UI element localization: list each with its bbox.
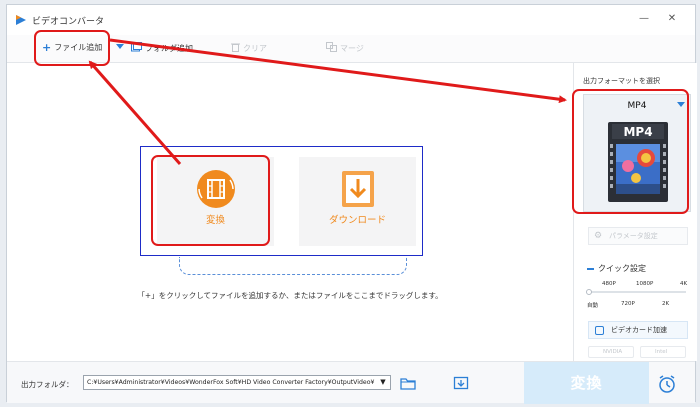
download-tile[interactable]: ダウンロード bbox=[299, 157, 416, 246]
output-format-title: 出力フォーマットを選択 bbox=[583, 77, 660, 85]
close-button[interactable]: ✕ bbox=[661, 9, 683, 29]
download-tile-label: ダウンロード bbox=[328, 215, 386, 226]
browse-output-icon[interactable] bbox=[453, 376, 469, 390]
minimize-button[interactable]: — bbox=[633, 9, 655, 29]
plus-icon: + bbox=[42, 40, 52, 54]
quality-480p[interactable]: 480P bbox=[602, 281, 616, 287]
trash-icon bbox=[231, 42, 240, 54]
quality-1080p[interactable]: 1080P bbox=[636, 281, 653, 287]
add-file-dropdown[interactable] bbox=[116, 44, 124, 49]
quality-720p[interactable]: 720P bbox=[621, 301, 635, 307]
output-folder-label: 出力フォルダ： bbox=[21, 380, 74, 389]
output-folder-path: C:¥Users¥Administrator¥Videos¥WonderFox … bbox=[87, 379, 375, 386]
gpu-acceleration-button[interactable]: ビデオカード加速 bbox=[588, 321, 688, 339]
selected-format-name: MP4 bbox=[627, 101, 647, 111]
output-folder-path-field[interactable]: C:¥Users¥Administrator¥Videos¥WonderFox … bbox=[83, 375, 391, 390]
drop-hint-bracket bbox=[179, 257, 407, 275]
folder-add-icon bbox=[131, 42, 142, 54]
add-file-button[interactable]: + ファイル追加 bbox=[42, 42, 102, 53]
parameter-settings-label: パラメータ設定 bbox=[609, 232, 658, 240]
title-bar: ビデオコンバータ — ✕ bbox=[7, 5, 695, 35]
chevron-down-icon bbox=[677, 102, 685, 107]
output-format-panel: 出力フォーマットを選択 MP4 MP4 ⚙ パラメータ設定 クイック設定 480… bbox=[573, 63, 697, 361]
app-window: ビデオコンバータ — ✕ + ファイル追加 フォルダ追加 クリア マージ 変換 … bbox=[6, 4, 697, 404]
gpu-icon bbox=[595, 326, 604, 335]
minimize-icon: — bbox=[639, 13, 649, 24]
intel-label: Intel bbox=[655, 349, 668, 355]
mp4-format-icon: MP4 bbox=[608, 122, 668, 202]
quick-settings-label: クイック設定 bbox=[598, 264, 646, 273]
open-folder-icon[interactable] bbox=[400, 376, 416, 390]
intel-toggle[interactable]: Intel bbox=[640, 346, 686, 358]
clear-label: クリア bbox=[243, 43, 267, 53]
sliders-icon: ⚙ bbox=[594, 231, 603, 241]
mp4-badge-text: MP4 bbox=[623, 125, 652, 139]
parameter-settings-button[interactable]: ⚙ パラメータ設定 bbox=[588, 227, 688, 245]
convert-button[interactable]: 変換 bbox=[524, 362, 649, 404]
quality-slider-track[interactable] bbox=[588, 291, 686, 293]
add-file-label: ファイル追加 bbox=[54, 43, 103, 52]
nvidia-toggle[interactable]: NVIDIA bbox=[588, 346, 634, 358]
clear-button[interactable]: クリア bbox=[231, 42, 267, 54]
toolbar: + ファイル追加 フォルダ追加 クリア マージ bbox=[7, 35, 695, 63]
add-folder-button[interactable]: フォルダ追加 bbox=[131, 42, 193, 54]
window-title: ビデオコンバータ bbox=[32, 17, 105, 27]
quality-2k[interactable]: 2K bbox=[662, 301, 669, 307]
merge-button[interactable]: マージ bbox=[326, 42, 364, 54]
convert-tile[interactable]: 変換 bbox=[157, 157, 274, 246]
close-icon: ✕ bbox=[667, 13, 677, 24]
quick-settings-marker-icon bbox=[587, 267, 594, 270]
add-folder-label: フォルダ追加 bbox=[145, 43, 193, 53]
gpu-acceleration-label: ビデオカード加速 bbox=[611, 326, 667, 334]
alarm-clock-icon[interactable] bbox=[657, 374, 677, 394]
chevron-down-icon[interactable]: ▼ bbox=[376, 376, 390, 389]
chevron-down-icon bbox=[116, 44, 124, 49]
download-icon bbox=[342, 171, 374, 207]
output-format-selector[interactable]: MP4 MP4 bbox=[583, 94, 691, 212]
drop-zone[interactable]: 変換 ダウンロード bbox=[140, 146, 423, 256]
drop-hint-text: 「+」をクリックしてファイルを追加するか、またはファイルをここまでドラッグします… bbox=[137, 291, 443, 300]
quick-settings-title: クイック設定 bbox=[587, 263, 646, 274]
quality-4k[interactable]: 4K bbox=[680, 281, 687, 287]
quality-auto[interactable]: 自動 bbox=[587, 301, 598, 309]
convert-tile-label: 変換 bbox=[205, 215, 225, 226]
merge-icon bbox=[326, 42, 337, 54]
quality-slider-knob[interactable] bbox=[586, 289, 592, 295]
bottom-bar: 出力フォルダ： C:¥Users¥Administrator¥Videos¥Wo… bbox=[7, 361, 695, 404]
film-convert-icon bbox=[197, 170, 235, 208]
app-logo-icon bbox=[16, 15, 26, 25]
merge-label: マージ bbox=[340, 43, 364, 53]
nvidia-label: NVIDIA bbox=[603, 349, 623, 355]
file-list-area[interactable]: 変換 ダウンロード 「+」をクリックしてファイルを追加するか、またはファイルをこ… bbox=[7, 63, 573, 361]
